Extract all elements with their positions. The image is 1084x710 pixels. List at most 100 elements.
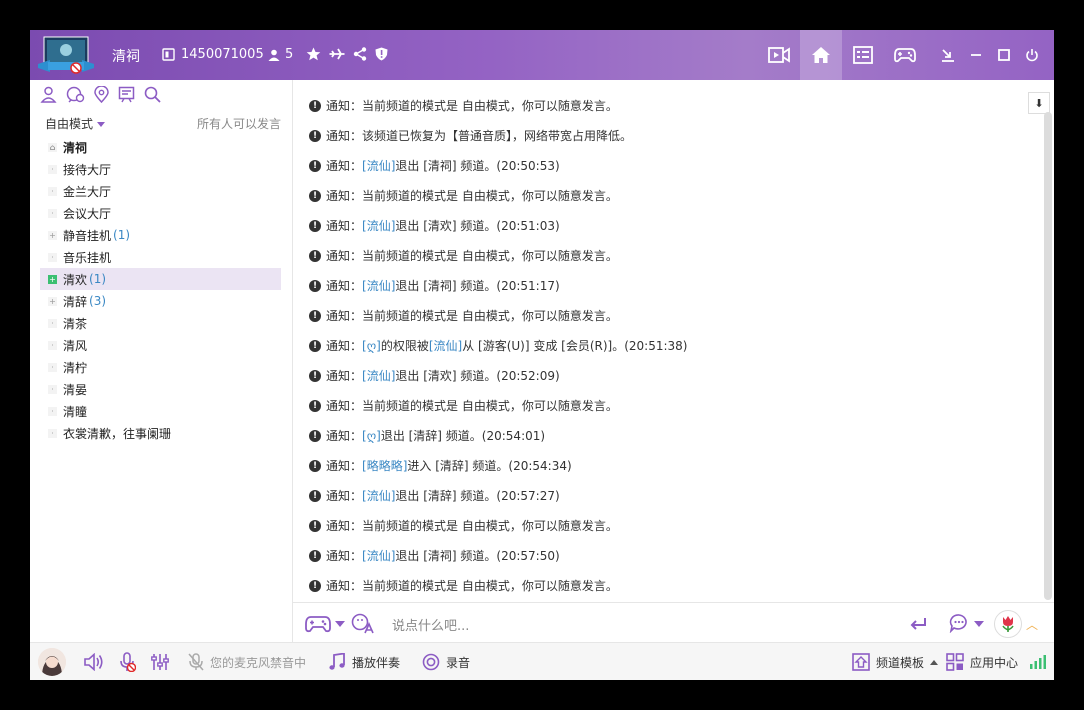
channel-template-button[interactable]: 频道模板	[852, 653, 938, 671]
mode-dropdown[interactable]: 自由模式	[45, 115, 106, 132]
notice-message: ! 通知： [ღ] 退出 [清辞] 频道。(20:54:01)	[309, 427, 545, 444]
chevron-up-icon[interactable]: ︿	[1026, 616, 1038, 633]
location-pin-icon[interactable]	[94, 86, 109, 103]
channel-item[interactable]: + 静音挂机 (1)	[40, 224, 281, 246]
channel-item-label: 清晏	[63, 382, 88, 397]
user-link[interactable]: [流仙]	[362, 277, 395, 294]
notice-prefix: 通知：	[326, 309, 363, 323]
channel-logo[interactable]	[36, 34, 96, 74]
exclamation-icon: !	[309, 309, 321, 322]
title-bar: 清祠 1450071005 5	[30, 30, 1054, 80]
expand-plus-icon[interactable]: +	[48, 230, 57, 240]
user-link[interactable]: [流仙]	[362, 547, 395, 564]
caret-up-icon	[929, 659, 938, 665]
notice-board-icon[interactable]	[118, 86, 135, 103]
user-link[interactable]: [略略略]	[362, 457, 407, 474]
user-link[interactable]: [流仙]	[362, 367, 395, 384]
expand-plus-icon[interactable]: +	[48, 296, 57, 306]
message-text: 从 [游客(U)] 变成 [会员(R)]。(20:51:38)	[462, 339, 688, 353]
user-link[interactable]: [流仙]	[429, 337, 462, 354]
home-button[interactable]	[800, 30, 842, 80]
dot-icon: ·	[48, 164, 57, 174]
text-style-icon[interactable]	[351, 612, 375, 634]
caret-down-icon[interactable]	[335, 621, 345, 627]
channel-root[interactable]: ⌂ 清祠	[40, 136, 281, 158]
channel-item-label: 音乐挂机	[63, 250, 112, 265]
plane-icon[interactable]	[329, 47, 345, 61]
user-link[interactable]: [流仙]	[362, 487, 395, 504]
channel-item[interactable]: · 会议大厅	[40, 202, 281, 224]
close-button[interactable]	[1018, 30, 1046, 80]
app-center-button[interactable]: 应用中心	[946, 653, 1018, 671]
record-icon	[422, 653, 440, 671]
play-accompaniment-button[interactable]: 播放伴奏	[328, 653, 400, 671]
audio-settings-icon[interactable]	[150, 653, 170, 671]
user-link[interactable]: [流仙]	[362, 217, 395, 234]
exclamation-icon: !	[309, 519, 321, 532]
user-icon[interactable]	[40, 86, 57, 103]
star-icon[interactable]	[306, 47, 321, 61]
user-link[interactable]: [流仙]	[362, 157, 395, 174]
message-input[interactable]: 说点什么吧...	[392, 615, 469, 634]
channel-template-label: 频道模板	[875, 655, 924, 670]
maximize-button[interactable]	[990, 30, 1018, 80]
home-icon	[811, 46, 831, 64]
channel-item[interactable]: · 清瞳	[40, 400, 281, 422]
minimize-to-tray-button[interactable]	[934, 30, 962, 80]
video-button[interactable]	[758, 30, 800, 80]
message-text: 退出 [清辞] 频道。(20:54:01)	[380, 429, 546, 443]
mic-muted-icon[interactable]	[118, 652, 136, 672]
search-icon[interactable]	[144, 86, 161, 103]
minimize-button[interactable]	[962, 30, 990, 80]
notice-message: ! 通知： 该频道已恢复为【普通音质】，网络带宽占用降低。	[309, 127, 632, 144]
channel-item[interactable]: · 清风	[40, 334, 281, 356]
gift-flower-button[interactable]	[994, 610, 1022, 638]
list-button[interactable]	[842, 30, 884, 80]
scrollbar[interactable]	[1044, 112, 1052, 600]
channel-item[interactable]: · 清晏	[40, 378, 281, 400]
scroll-to-bottom-button[interactable]: ⬇	[1028, 92, 1050, 114]
dot-icon: ·	[48, 384, 57, 394]
record-button[interactable]: 录音	[422, 653, 470, 671]
channel-id-text: 1450071005	[181, 47, 264, 62]
send-enter-icon[interactable]	[909, 617, 927, 631]
exclamation-icon: !	[309, 129, 321, 142]
emoji-bubble-icon[interactable]	[949, 613, 969, 633]
avatar[interactable]	[38, 648, 66, 676]
notice-prefix: 通知：	[326, 129, 363, 143]
message-text: 退出 [清祠] 频道。(20:50:53)	[395, 159, 560, 173]
shield-alert-icon[interactable]	[375, 47, 388, 61]
notice-prefix: 通知：	[326, 579, 363, 593]
caret-down-icon[interactable]	[974, 621, 984, 627]
expand-plus-icon[interactable]: +	[48, 274, 57, 284]
channel-item[interactable]: · 音乐挂机	[40, 246, 281, 268]
channel-item[interactable]: + 清辞 (3)	[40, 290, 281, 312]
channel-item[interactable]: · 清茶	[40, 312, 281, 334]
exclamation-icon: !	[309, 369, 321, 382]
dot-icon: ·	[48, 186, 57, 196]
app-window: 清祠 1450071005 5 自由模式 所有人可以发言 ⌂ 清祠 · 接待大厅…	[30, 30, 1054, 680]
mic-off-icon	[188, 653, 204, 671]
channel-item[interactable]: · 金兰大厅	[40, 180, 281, 202]
channel-tree: ⌂ 清祠 · 接待大厅 · 金兰大厅 · 会议大厅 + 静音挂机 (1) · 音乐挂机 + 清欢 (1) + 清辞…	[40, 136, 281, 444]
channel-item-count: (1)	[113, 228, 131, 242]
channel-item[interactable]: · 衣裳清歉，往事阑珊	[40, 422, 281, 444]
share-icon[interactable]	[353, 47, 367, 61]
video-icon	[768, 46, 790, 64]
channel-item[interactable]: + 清欢 (1)	[40, 268, 281, 290]
chat-bubble-icon[interactable]	[66, 86, 85, 103]
speaker-icon[interactable]	[84, 653, 104, 671]
notice-prefix: 通知：	[326, 99, 363, 113]
game-button[interactable]	[884, 30, 926, 80]
notice-prefix: 通知：	[326, 429, 363, 443]
notice-prefix: 通知：	[326, 489, 363, 503]
play-accompaniment-label: 播放伴奏	[352, 655, 401, 670]
gamepad-icon[interactable]	[305, 614, 331, 634]
channel-tools	[40, 86, 161, 103]
message-text: 退出 [清祠] 频道。(20:51:17)	[395, 279, 560, 293]
user-link[interactable]: [ღ]	[362, 429, 381, 443]
channel-item[interactable]: · 清柠	[40, 356, 281, 378]
channel-item-label: 会议大厅	[63, 206, 112, 221]
user-link[interactable]: [ღ]	[362, 339, 381, 353]
channel-item[interactable]: · 接待大厅	[40, 158, 281, 180]
